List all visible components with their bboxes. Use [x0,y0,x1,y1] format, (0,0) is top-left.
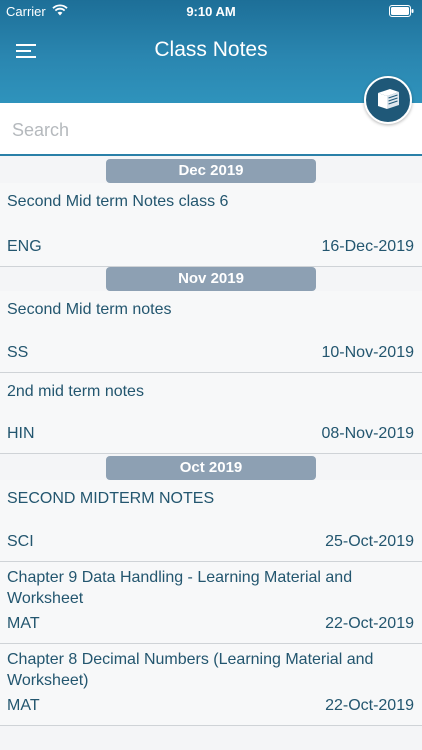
note-subject: ENG [7,238,42,255]
note-subject: SCI [7,533,34,550]
note-title: Chapter 9 Data Handling - Learning Mater… [7,569,353,607]
note-date: 25-Oct-2019 [325,533,414,550]
book-icon [378,89,399,109]
status-time: 9:10 AM [186,4,236,19]
page-title: Class Notes [154,38,268,61]
note-title: Second Mid term Notes class 6 [7,193,229,210]
month-header: Nov 2019 [106,267,316,291]
list-item[interactable]: 2nd mid term notes HIN 08-Nov-2019 [0,373,422,454]
month-header: Dec 2019 [106,159,316,183]
note-date: 16-Dec-2019 [321,238,415,255]
note-date: 22-Oct-2019 [325,615,414,632]
note-date: 08-Nov-2019 [321,425,415,442]
note-date: 22-Oct-2019 [325,697,414,714]
note-subject: MAT [7,697,40,714]
month-header: Oct 2019 [106,456,316,480]
note-date: 10-Nov-2019 [321,344,415,361]
book-button[interactable] [364,76,412,124]
note-title: 2nd mid term notes [7,383,144,400]
note-subject: MAT [7,615,40,632]
notes-list: Dec 2019 Second Mid term Notes class 6 E… [0,157,422,726]
search-bar [0,103,422,156]
list-item[interactable]: SECOND MIDTERM NOTES SCI 25-Oct-2019 [0,480,422,562]
note-title: SECOND MIDTERM NOTES [7,490,215,507]
search-input[interactable] [12,115,352,145]
list-item[interactable]: Chapter 9 Data Handling - Learning Mater… [0,562,422,644]
status-bar: Carrier 9:10 AM [0,0,422,22]
app-header: Carrier 9:10 AM Class Notes [0,0,422,103]
note-title: Second Mid term notes [7,301,172,318]
note-title: Chapter 8 Decimal Numbers (Learning Mate… [7,651,374,689]
list-item[interactable]: Chapter 8 Decimal Numbers (Learning Mate… [0,644,422,726]
note-subject: SS [7,344,29,361]
battery-icon [389,5,414,17]
list-item[interactable]: Second Mid term notes SS 10-Nov-2019 [0,291,422,373]
list-item[interactable]: Second Mid term Notes class 6 ENG 16-Dec… [0,183,422,267]
note-subject: HIN [7,425,35,442]
